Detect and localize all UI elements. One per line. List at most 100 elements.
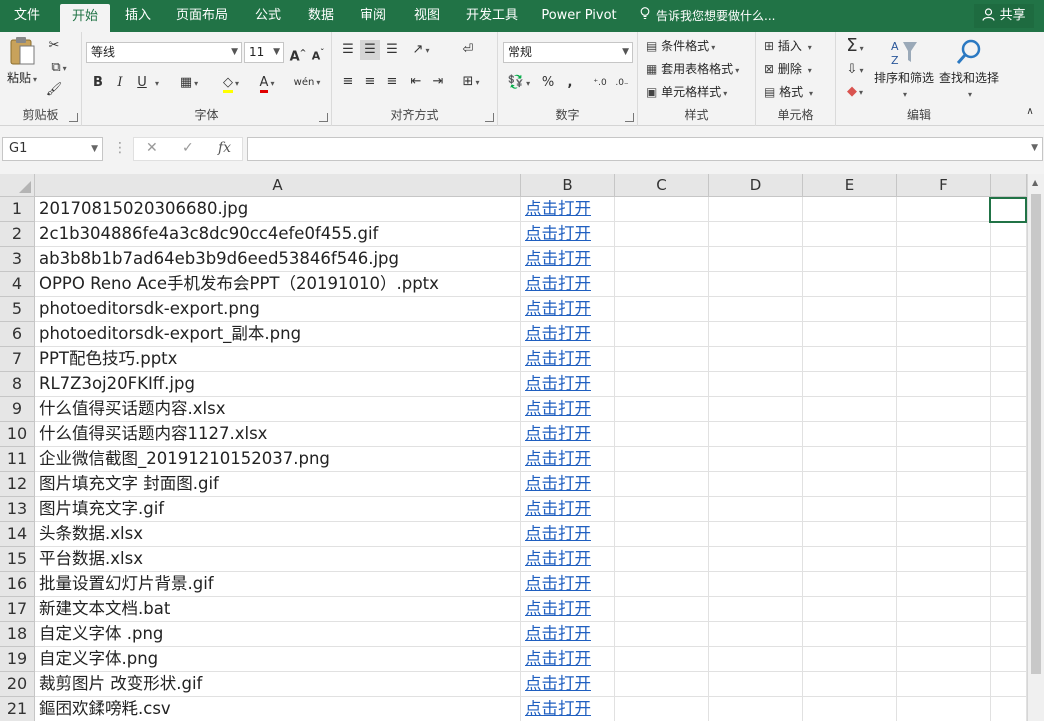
file-name-cell[interactable]: PPT配色技巧.pptx: [35, 347, 521, 371]
open-link-cell[interactable]: 点击打开: [521, 547, 615, 571]
merge-center-button[interactable]: ⊞ ▾: [456, 72, 486, 92]
name-box[interactable]: G1 ▼: [2, 137, 103, 161]
percent-button[interactable]: %: [538, 73, 558, 93]
file-name-cell[interactable]: 什么值得买话题内容1127.xlsx: [35, 422, 521, 446]
empty-cell[interactable]: [709, 322, 803, 346]
tab-insert[interactable]: 插入: [118, 0, 158, 32]
open-link-cell[interactable]: 点击打开: [521, 672, 615, 696]
scroll-up-icon[interactable]: ▲: [1032, 178, 1038, 187]
empty-cell[interactable]: [897, 647, 991, 671]
sort-filter-button[interactable]: AZ 排序和筛选 ▾: [872, 38, 936, 100]
cut-button[interactable]: ✂: [44, 36, 64, 56]
empty-cell[interactable]: [709, 522, 803, 546]
row-header[interactable]: 1: [0, 197, 35, 222]
empty-cell[interactable]: [803, 572, 897, 596]
empty-cell[interactable]: [897, 497, 991, 521]
empty-cell[interactable]: [615, 322, 709, 346]
empty-cell[interactable]: [991, 372, 1027, 396]
tab-view[interactable]: 视图: [406, 0, 448, 32]
file-name-cell[interactable]: OPPO Reno Ace手机发布会PPT（20191010）.pptx: [35, 272, 521, 296]
row-header[interactable]: 2: [0, 222, 35, 247]
autosum-button[interactable]: Σ ▾: [838, 36, 872, 56]
open-link-cell[interactable]: 点击打开: [521, 447, 615, 471]
empty-cell[interactable]: [897, 522, 991, 546]
file-name-cell[interactable]: 图片填充文字 封面图.gif: [35, 472, 521, 496]
tab-formulas[interactable]: 公式: [246, 0, 290, 32]
empty-cell[interactable]: [803, 422, 897, 446]
empty-cell[interactable]: [709, 572, 803, 596]
empty-cell[interactable]: [803, 297, 897, 321]
empty-cell[interactable]: [615, 347, 709, 371]
empty-cell[interactable]: [709, 272, 803, 296]
file-name-cell[interactable]: 新建文本文档.bat: [35, 597, 521, 621]
file-name-cell[interactable]: 自定义字体 .png: [35, 622, 521, 646]
open-link-cell[interactable]: 点击打开: [521, 247, 615, 271]
empty-cell[interactable]: [803, 597, 897, 621]
open-link-cell[interactable]: 点击打开: [521, 472, 615, 496]
font-name-select[interactable]: 等线 ▼: [86, 42, 242, 63]
empty-cell[interactable]: [803, 547, 897, 571]
share-button[interactable]: 共享: [974, 4, 1034, 28]
conditional-formatting-button[interactable]: ▤ 条件格式 ▾: [646, 37, 715, 54]
empty-cell[interactable]: [991, 672, 1027, 696]
fill-color-button[interactable]: ◇ ▾: [216, 73, 246, 93]
file-name-cell[interactable]: 裁剪图片 改变形状.gif: [35, 672, 521, 696]
empty-cell[interactable]: [897, 197, 991, 221]
column-header-b[interactable]: B: [521, 174, 615, 197]
empty-cell[interactable]: [803, 672, 897, 696]
file-name-cell[interactable]: 什么值得买话题内容.xlsx: [35, 397, 521, 421]
cancel-icon[interactable]: ✕: [146, 140, 158, 156]
row-header[interactable]: 10: [0, 422, 35, 447]
empty-cell[interactable]: [991, 547, 1027, 571]
open-link-cell[interactable]: 点击打开: [521, 197, 615, 221]
tab-page-layout[interactable]: 页面布局: [170, 0, 234, 32]
empty-cell[interactable]: [803, 522, 897, 546]
cell-styles-button[interactable]: ▣ 单元格样式 ▾: [646, 83, 727, 100]
empty-cell[interactable]: [709, 297, 803, 321]
increase-decimal-button[interactable]: ⁺.0: [590, 73, 610, 93]
file-name-cell[interactable]: 平台数据.xlsx: [35, 547, 521, 571]
row-header[interactable]: 8: [0, 372, 35, 397]
empty-cell[interactable]: [991, 422, 1027, 446]
open-link-cell[interactable]: 点击打开: [521, 622, 615, 646]
empty-cell[interactable]: [897, 472, 991, 496]
tab-home[interactable]: 开始: [60, 4, 110, 32]
align-right-button[interactable]: ≡: [382, 72, 402, 92]
row-header[interactable]: 19: [0, 647, 35, 672]
underline-button[interactable]: U: [132, 73, 152, 93]
file-name-cell[interactable]: photoeditorsdk-export.png: [35, 297, 521, 321]
row-header[interactable]: 15: [0, 547, 35, 572]
empty-cell[interactable]: [991, 497, 1027, 521]
wrap-text-button[interactable]: ⏎: [458, 40, 478, 60]
empty-cell[interactable]: [803, 647, 897, 671]
column-header-e[interactable]: E: [803, 174, 897, 197]
empty-cell[interactable]: [709, 622, 803, 646]
open-link-cell[interactable]: 点击打开: [521, 497, 615, 521]
clear-button[interactable]: ◆ ▾: [838, 82, 872, 102]
row-header[interactable]: 18: [0, 622, 35, 647]
empty-cell[interactable]: [615, 547, 709, 571]
file-name-cell[interactable]: 企业微信截图_20191210152037.png: [35, 447, 521, 471]
column-header-g[interactable]: [991, 174, 1027, 197]
empty-cell[interactable]: [709, 222, 803, 246]
delete-cells-button[interactable]: ⊠ 删除 ▾: [764, 60, 812, 77]
empty-cell[interactable]: [897, 572, 991, 596]
empty-cell[interactable]: [709, 647, 803, 671]
empty-cell[interactable]: [991, 347, 1027, 371]
empty-cell[interactable]: [991, 697, 1027, 721]
copy-button[interactable]: ⧉ ▾: [44, 58, 74, 78]
empty-cell[interactable]: [991, 622, 1027, 646]
open-link-cell[interactable]: 点击打开: [521, 597, 615, 621]
open-link-cell[interactable]: 点击打开: [521, 697, 615, 721]
row-header[interactable]: 5: [0, 297, 35, 322]
empty-cell[interactable]: [615, 272, 709, 296]
row-header[interactable]: 7: [0, 347, 35, 372]
tab-developer[interactable]: 开发工具: [460, 0, 524, 32]
empty-cell[interactable]: [615, 522, 709, 546]
file-name-cell[interactable]: 鏂囨欢鍒嗙粍.csv: [35, 697, 521, 721]
empty-cell[interactable]: [709, 347, 803, 371]
file-name-cell[interactable]: 图片填充文字.gif: [35, 497, 521, 521]
empty-cell[interactable]: [897, 247, 991, 271]
format-as-table-button[interactable]: ▦ 套用表格格式 ▾: [646, 60, 739, 77]
tab-file[interactable]: 文件: [6, 0, 48, 32]
